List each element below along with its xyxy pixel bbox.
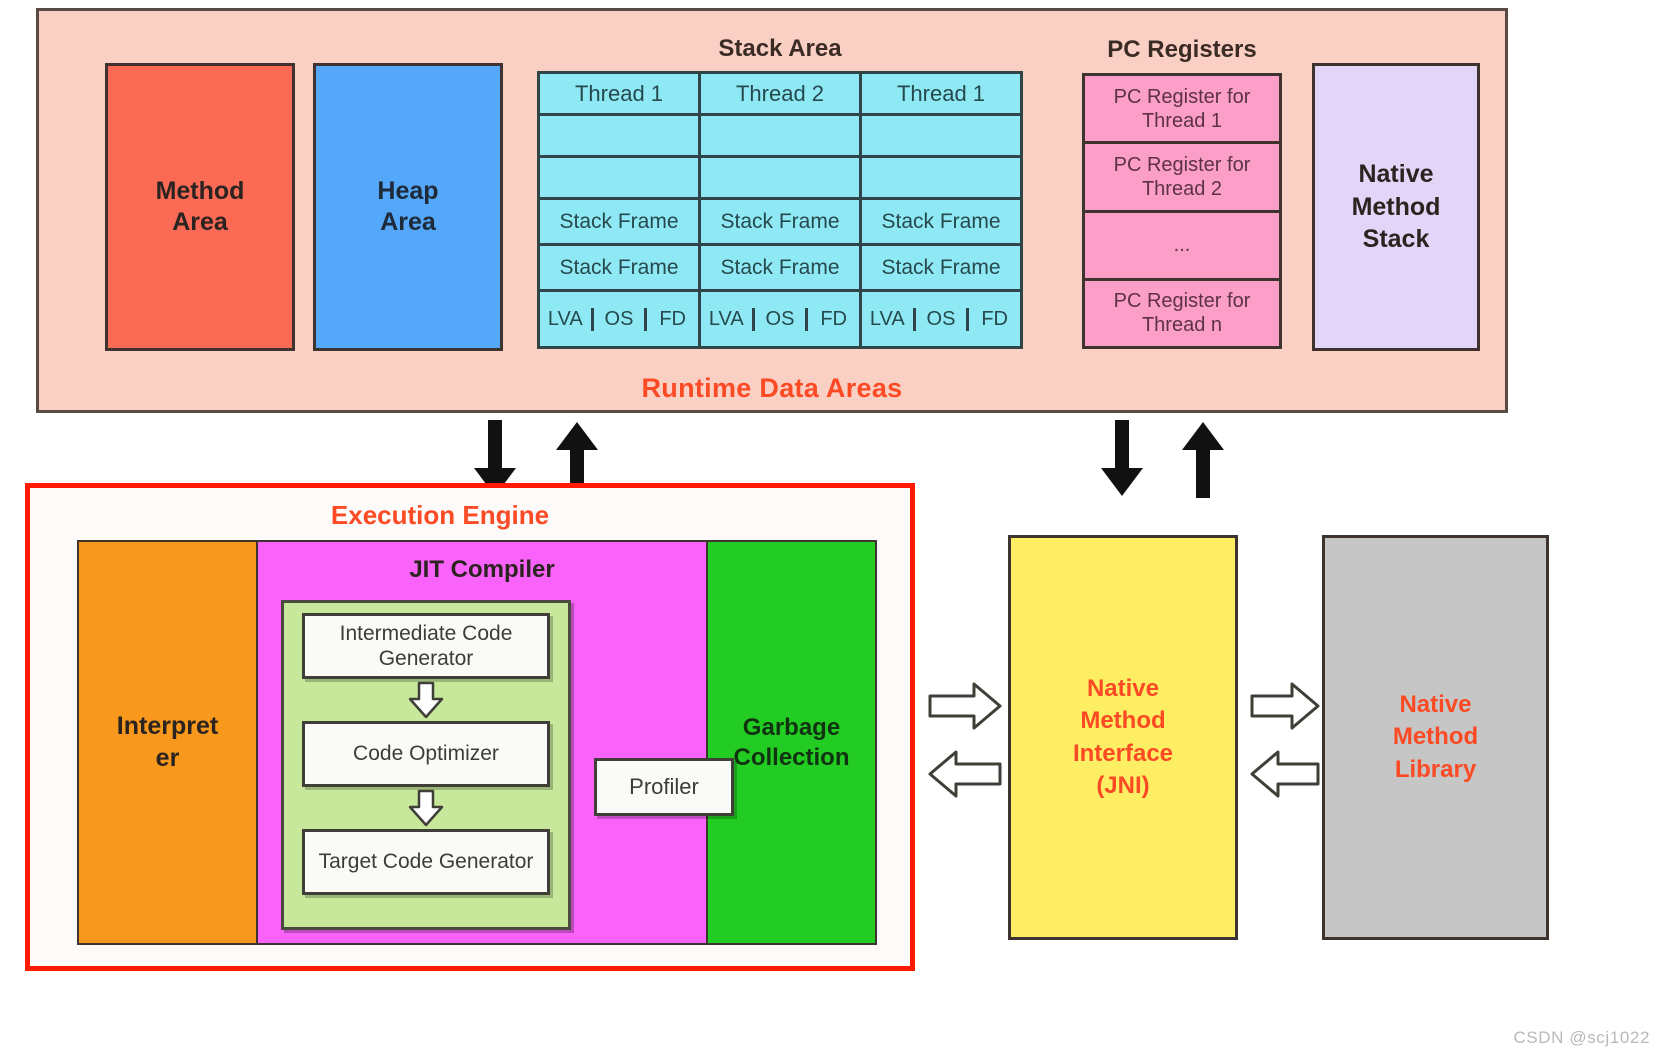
- execution-engine-panel: Execution Engine Interpret er JIT Compil…: [25, 483, 915, 971]
- frame-units-row: LVA OS FD: [540, 292, 698, 346]
- heap-area-label: Heap Area: [377, 176, 438, 239]
- native-method-library-line3: Library: [1394, 755, 1477, 783]
- pc-registers-grid: PC Register for Thread 1 PC Register for…: [1082, 73, 1282, 349]
- interpreter-box: Interpret er: [79, 542, 258, 943]
- stack-area-grid: Thread 1 Stack Frame Stack Frame LVA OS …: [537, 71, 1023, 349]
- pc-register-cell: PC Register for Thread 1: [1085, 76, 1279, 145]
- native-method-library-line2: Method: [1392, 723, 1479, 751]
- stack-frame-cell: Stack Frame: [862, 246, 1020, 292]
- thread-blank-cell: [701, 158, 859, 200]
- heap-area-label-line2: Area: [380, 208, 436, 236]
- watermark: CSDN @scj1022: [1513, 1028, 1650, 1047]
- unit-os: OS: [916, 307, 970, 331]
- up-arrow-right: [1178, 420, 1228, 498]
- runtime-data-areas-title: Runtime Data Areas: [641, 373, 903, 403]
- execution-engine-body: Interpret er JIT Compiler Intermediate C…: [77, 540, 877, 945]
- unit-fd: FD: [820, 307, 848, 330]
- thread-blank-cell: [862, 158, 1020, 200]
- heap-area-box: Heap Area: [313, 63, 503, 351]
- unit-os: OS: [594, 307, 648, 331]
- code-optimizer-box: Code Optimizer: [302, 721, 550, 787]
- native-method-library-line1: Native: [1399, 690, 1472, 718]
- pc-registers-section: PC Registers PC Register for Thread 1 PC…: [1082, 31, 1282, 351]
- native-method-library-label: Native Method Library: [1393, 689, 1478, 786]
- thread-header: Thread 2: [701, 74, 859, 116]
- runtime-data-areas-panel: Method Area Heap Area Stack Area Thread …: [36, 8, 1508, 413]
- interpreter-label-line1: Interpret: [116, 712, 219, 741]
- garbage-collection-line2: Collection: [733, 743, 850, 771]
- native-method-stack-line1: Native: [1358, 160, 1434, 189]
- target-code-generator-box: Target Code Generator: [302, 829, 550, 895]
- thread-blank-cell: [540, 158, 698, 200]
- stack-area-section: Stack Area Thread 1 Stack Frame Stack Fr…: [537, 31, 1023, 351]
- thread-blank-cell: [701, 116, 859, 158]
- stack-frame-cell: Stack Frame: [701, 246, 859, 292]
- pc-register-cell: PC Register for Thread n: [1113, 290, 1251, 337]
- unit-lva: LVA: [862, 307, 916, 331]
- garbage-collection-box: Garbage Collection: [708, 542, 875, 943]
- heap-area-label-line1: Heap: [377, 176, 439, 205]
- thread-column: Thread 1 Stack Frame Stack Frame LVA OS …: [862, 74, 1020, 346]
- frame-units-row: LVA OS FD: [701, 292, 859, 346]
- unit-fd: FD: [981, 307, 1009, 330]
- stack-frame-cell: Stack Frame: [540, 246, 698, 292]
- thread-blank-cell: [862, 116, 1020, 158]
- unit-os: OS: [755, 307, 809, 331]
- jni-to-engine-left-arrow-icon: [928, 748, 1002, 805]
- stack-frame-cell: Stack Frame: [862, 200, 1020, 246]
- native-method-stack-box: Native Method Stack: [1312, 63, 1480, 351]
- pc-register-ellipsis-cell: ...: [1085, 213, 1279, 281]
- jni-line3: Interface: [1072, 739, 1174, 767]
- thread-blank-cell: [540, 116, 698, 158]
- method-area-box: Method Area: [105, 63, 295, 351]
- garbage-collection-label: Garbage Collection: [733, 713, 849, 773]
- thread-column: Thread 1 Stack Frame Stack Frame LVA OS …: [540, 74, 701, 346]
- jit-pipeline-container: Intermediate Code Generator Code Optimiz…: [281, 600, 571, 930]
- stack-area-heading: Stack Area: [718, 35, 842, 62]
- interpreter-label: Interpret er: [117, 711, 218, 774]
- library-to-jni-left-arrow-icon: [1250, 748, 1320, 805]
- pc-registers-heading: PC Registers: [1107, 36, 1257, 63]
- intermediate-code-generator-box: Intermediate Code Generator: [302, 613, 550, 679]
- interpreter-label-line2: er: [155, 743, 180, 772]
- native-method-stack-line2: Method: [1351, 192, 1441, 221]
- garbage-collection-line1: Garbage: [742, 713, 841, 741]
- profiler-box: Profiler: [594, 758, 734, 816]
- thread-header: Thread 1: [540, 74, 698, 116]
- unit-lva: LVA: [540, 307, 594, 331]
- stack-frame-cell: Stack Frame: [540, 200, 698, 246]
- thread-header: Thread 1: [862, 74, 1020, 116]
- frame-units-row: LVA OS FD: [862, 292, 1020, 346]
- pipeline-down-arrow-icon: [407, 787, 445, 829]
- pipeline-down-arrow-icon: [407, 679, 445, 721]
- jni-line2: Method: [1080, 707, 1166, 735]
- method-area-label-line2: Area: [172, 208, 228, 236]
- execution-engine-title: Execution Engine: [330, 500, 550, 530]
- down-arrow-right: [1097, 420, 1147, 498]
- jni-line4: (JNI): [1096, 771, 1150, 799]
- engine-to-jni-right-arrow-icon: [928, 680, 1002, 737]
- method-area-label: Method Area: [156, 176, 245, 239]
- pc-register-cell: PC Register for Thread 2: [1085, 144, 1279, 213]
- unit-lva: LVA: [701, 307, 755, 331]
- native-method-stack-label: Native Method Stack: [1352, 158, 1441, 256]
- stack-frame-cell: Stack Frame: [701, 200, 859, 246]
- jit-compiler-box: JIT Compiler Intermediate Code Generator…: [258, 542, 734, 943]
- native-method-stack-line3: Stack: [1362, 225, 1430, 254]
- unit-fd: FD: [659, 307, 687, 330]
- jni-line1: Native: [1086, 674, 1160, 702]
- jni-to-library-right-arrow-icon: [1250, 680, 1320, 737]
- thread-column: Thread 2 Stack Frame Stack Frame LVA OS …: [701, 74, 862, 346]
- native-method-interface-label: Native Method Interface (JNI): [1073, 673, 1173, 803]
- method-area-label-line1: Method: [155, 176, 245, 205]
- native-method-interface-box: Native Method Interface (JNI): [1008, 535, 1238, 940]
- native-method-library-box: Native Method Library: [1322, 535, 1549, 940]
- jit-compiler-title: JIT Compiler: [409, 556, 555, 583]
